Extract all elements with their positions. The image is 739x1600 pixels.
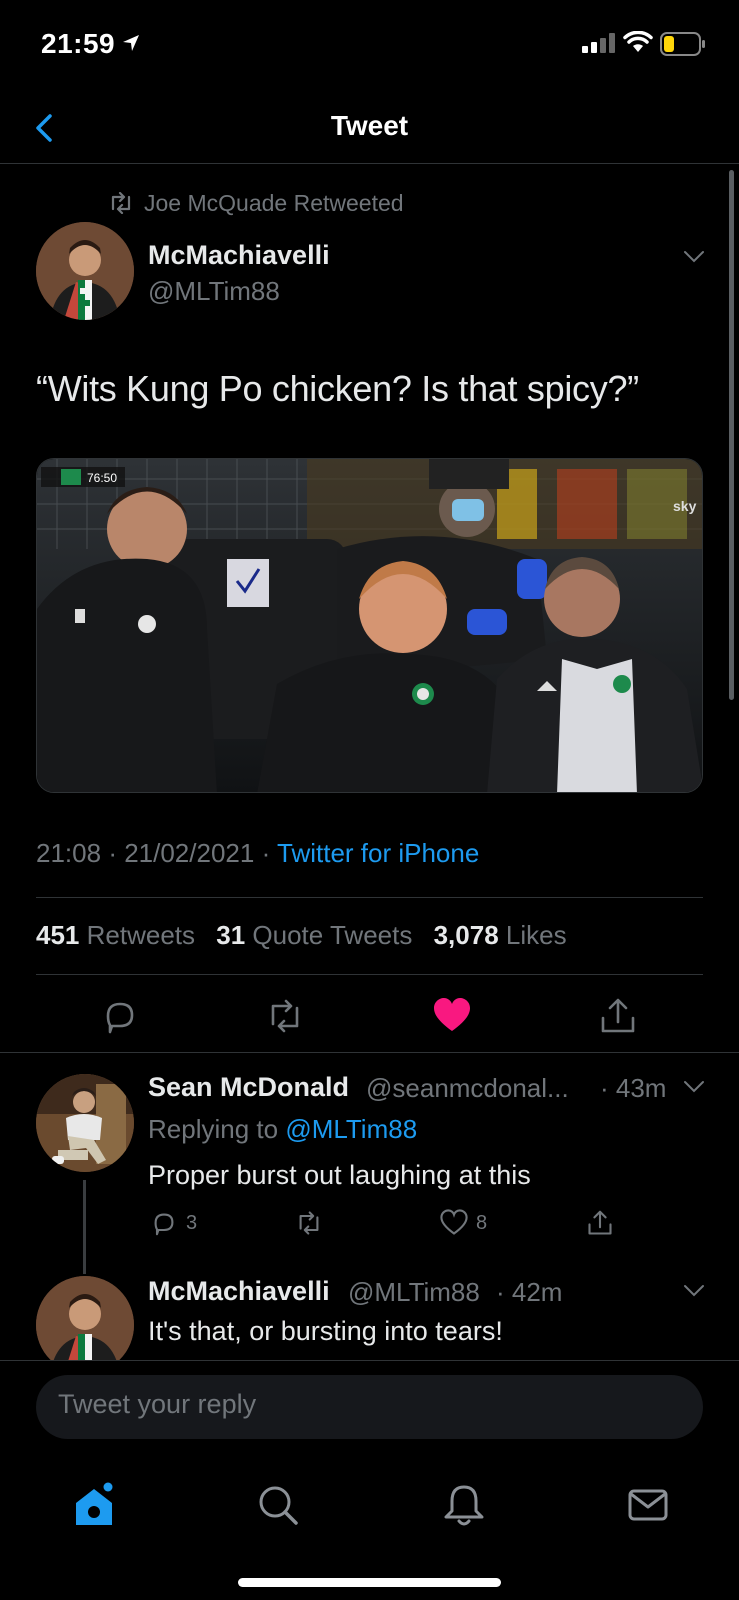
tweet-media[interactable]: 76:50 sky — [36, 458, 703, 793]
like-count: 8 — [476, 1211, 488, 1234]
retweet-icon[interactable] — [265, 996, 305, 1036]
tweet-date: 21/02/2021 — [124, 838, 255, 868]
tweet-time: 21:08 — [36, 838, 102, 868]
tweet-meta: 21:08 · 21/02/2021 · Twitter for iPhone — [36, 838, 480, 868]
home-icon[interactable] — [70, 1481, 118, 1529]
replying-to: Replying to @MLTim88 — [148, 1114, 418, 1144]
reply-author-name[interactable]: McMachiavelli — [148, 1276, 330, 1307]
bell-icon[interactable] — [440, 1481, 488, 1529]
reply-input[interactable] — [58, 1389, 658, 1420]
reply-age: · 42m — [496, 1277, 563, 1307]
reply-author-name[interactable]: Sean McDonald — [148, 1072, 349, 1103]
thread-line — [83, 1180, 86, 1274]
status-time: 21:59 — [41, 28, 116, 59]
reply-age: · 43m — [600, 1073, 667, 1103]
mail-icon[interactable] — [624, 1481, 672, 1529]
replying-to-link[interactable]: @MLTim88 — [285, 1114, 417, 1144]
quote-tweets-stat[interactable]: 31 Quote Tweets — [216, 920, 412, 950]
chevron-down-icon[interactable] — [683, 250, 705, 264]
reply-share-button[interactable] — [586, 1209, 614, 1237]
reply-text: Proper burst out laughing at this — [148, 1160, 531, 1190]
likes-stat[interactable]: 3,078 Likes — [434, 920, 567, 950]
compose-area — [0, 1360, 739, 1600]
divider — [36, 974, 703, 975]
location-arrow-icon — [123, 35, 139, 51]
battery-icon — [660, 32, 705, 56]
tweet-source-link[interactable]: Twitter for iPhone — [277, 838, 479, 868]
divider — [0, 1052, 739, 1053]
reply-author-handle[interactable]: @seanmcdonal... — [366, 1073, 569, 1104]
status-bar: 21:59 — [0, 0, 739, 92]
retweet-icon — [111, 192, 131, 214]
chevron-down-icon[interactable] — [683, 1080, 705, 1094]
divider — [36, 897, 703, 898]
heart-outline-icon — [440, 1209, 468, 1235]
avatar[interactable] — [36, 222, 134, 320]
reply-text: It's that, or bursting into tears! — [148, 1316, 503, 1346]
reply-like-button[interactable]: 8 — [440, 1209, 487, 1237]
reply-count: 3 — [186, 1211, 198, 1234]
retweeted-by-label: Joe McQuade Retweeted — [144, 189, 404, 216]
broadcaster-logo: sky — [673, 498, 697, 514]
retweet-icon — [299, 1211, 319, 1235]
tweet-text: “Wits Kung Po chicken? Is that spicy?” — [36, 368, 639, 409]
reply-composer[interactable] — [36, 1375, 703, 1439]
wifi-icon — [623, 31, 653, 52]
share-icon — [588, 1210, 612, 1235]
heart-icon[interactable] — [432, 996, 472, 1036]
author-name[interactable]: McMachiavelli — [148, 240, 330, 271]
tweet-stats: 451 Retweets 31 Quote Tweets 3,078 Likes — [36, 920, 567, 951]
reply-retweet-button[interactable] — [294, 1209, 324, 1237]
avatar[interactable] — [36, 1074, 134, 1172]
signal-icon — [582, 33, 615, 53]
retweets-stat[interactable]: 451 Retweets — [36, 920, 195, 950]
search-icon[interactable] — [254, 1481, 302, 1529]
nav-bar: Tweet — [0, 92, 739, 164]
author-handle[interactable]: @MLTim88 — [148, 276, 280, 307]
page-title: Tweet — [330, 110, 409, 141]
reply-author-handle[interactable]: @MLTim88 — [348, 1277, 480, 1308]
reply-icon — [154, 1213, 174, 1236]
chevron-down-icon[interactable] — [683, 1284, 705, 1298]
share-icon[interactable] — [598, 996, 638, 1036]
reply-icon[interactable] — [100, 996, 140, 1036]
reply-reply-button[interactable]: 3 — [150, 1209, 197, 1237]
scoreboard-time: 76:50 — [87, 471, 117, 485]
scrollbar[interactable] — [729, 170, 734, 700]
home-indicator[interactable] — [238, 1578, 501, 1587]
retweet-context[interactable]: Joe McQuade Retweeted — [108, 188, 404, 218]
